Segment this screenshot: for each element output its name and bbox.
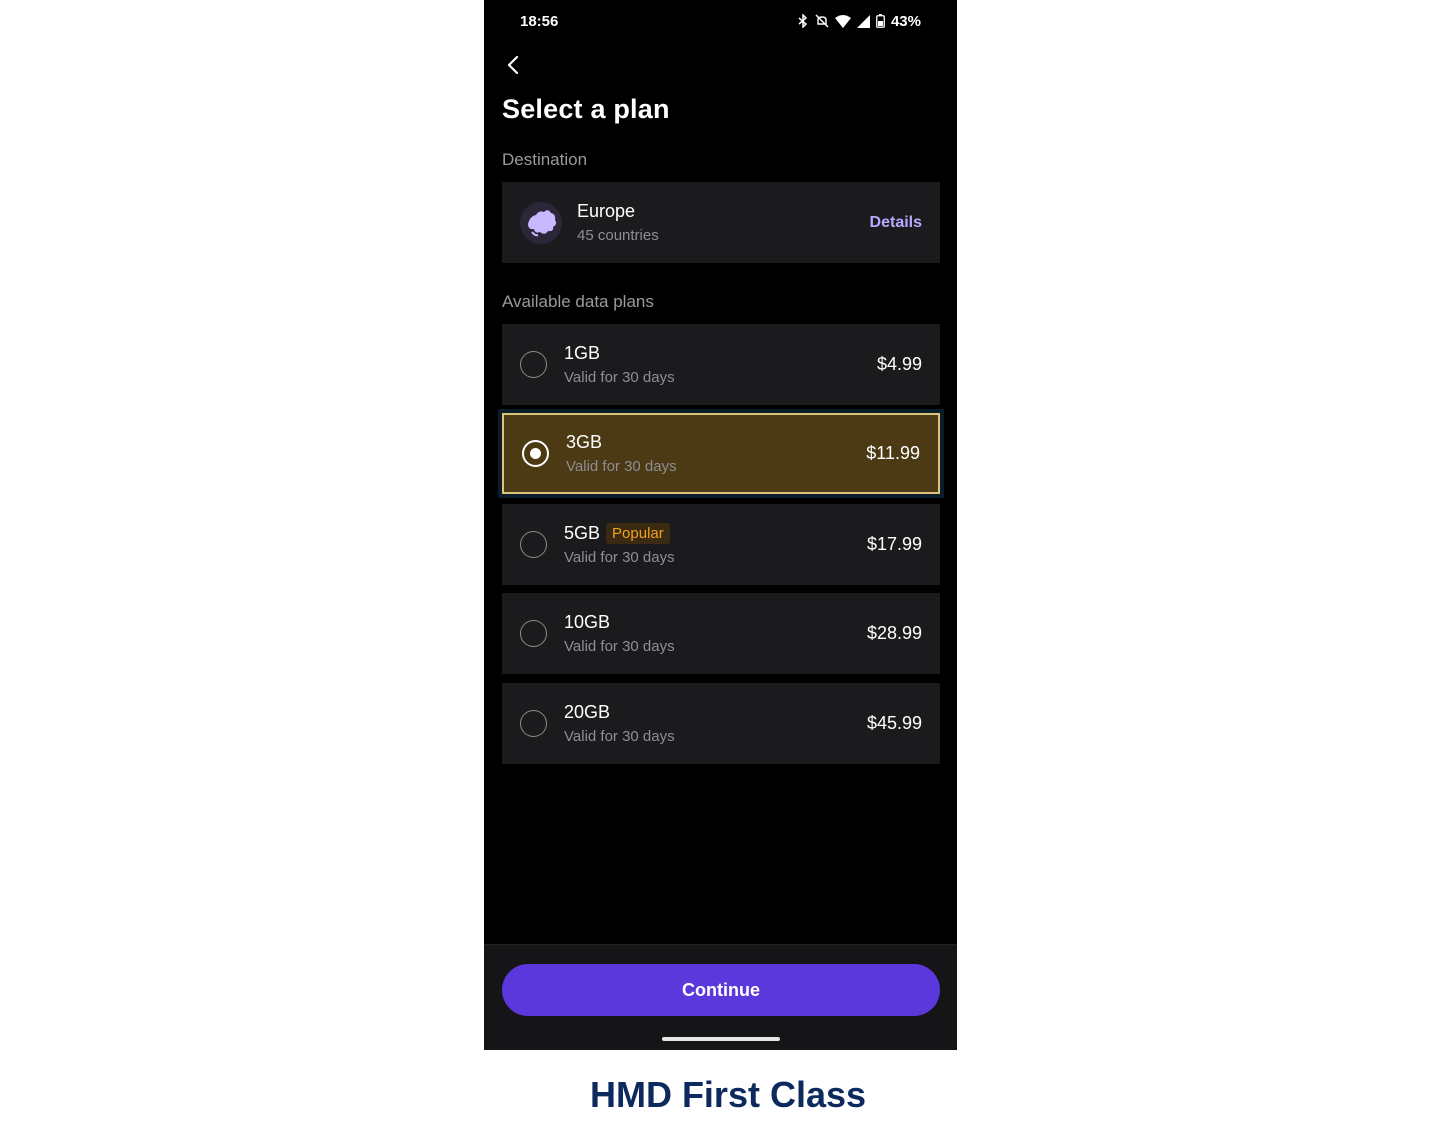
plan-name-row: 20GB xyxy=(564,702,867,723)
plan-validity: Valid for 30 days xyxy=(566,458,677,475)
plan-price: $17.99 xyxy=(866,534,922,554)
radio-button[interactable] xyxy=(520,531,547,558)
radio-button-selected[interactable] xyxy=(522,440,549,467)
europe-globe-icon xyxy=(520,201,562,244)
plan-option-3gb[interactable]: 3GB Valid for 30 days $11.99 xyxy=(502,413,940,494)
status-bar: 18:56 43% xyxy=(484,0,957,42)
bottom-action-bar: Continue xyxy=(484,944,957,1050)
plan-validity: Valid for 30 days xyxy=(564,728,675,745)
plan-name: 3GB xyxy=(566,432,603,452)
plan-validity: Valid for 30 days xyxy=(564,369,675,386)
device-caption: HMD First Class xyxy=(589,1074,867,1115)
mute-icon xyxy=(815,14,829,28)
plan-option-10gb[interactable]: 10GB Valid for 30 days $28.99 xyxy=(502,593,940,674)
radio-button[interactable] xyxy=(520,710,547,737)
destination-countries: 45 countries xyxy=(577,227,659,244)
plan-price: $4.99 xyxy=(876,354,922,374)
plans-section-label: Available data plans xyxy=(502,292,654,311)
plan-validity: Valid for 30 days xyxy=(564,549,675,566)
phone-screen: 18:56 43% Select a plan Destination Euro… xyxy=(484,0,957,1050)
plan-price: $28.99 xyxy=(866,623,922,643)
plan-price: $45.99 xyxy=(866,713,922,733)
plan-name-row: 10GB xyxy=(564,612,867,633)
battery-percent: 43% xyxy=(890,12,921,30)
status-icons: 43% xyxy=(797,13,921,30)
details-link[interactable]: Details xyxy=(870,214,922,232)
plan-info: 20GB Valid for 30 days xyxy=(564,702,867,745)
plan-info: 3GB Valid for 30 days xyxy=(566,432,866,475)
popular-badge: Popular xyxy=(606,523,670,544)
plan-price: $11.99 xyxy=(866,443,920,463)
plan-name: 1GB xyxy=(564,343,601,363)
radio-button[interactable] xyxy=(520,620,547,647)
plan-name: 10GB xyxy=(564,612,611,632)
radio-button[interactable] xyxy=(520,351,547,378)
back-button[interactable] xyxy=(498,50,528,80)
plan-name-row: 5GB Popular xyxy=(564,523,867,544)
continue-button[interactable]: Continue xyxy=(502,964,940,1016)
destination-info: Europe 45 countries xyxy=(577,201,870,244)
plan-info: 10GB Valid for 30 days xyxy=(564,612,867,655)
destination-section-label: Destination xyxy=(502,150,588,169)
plan-info: 1GB Valid for 30 days xyxy=(564,343,877,386)
bluetooth-icon xyxy=(798,14,808,28)
plan-option-20gb[interactable]: 20GB Valid for 30 days $45.99 xyxy=(502,683,940,764)
destination-name: Europe xyxy=(577,201,636,221)
page-title: Select a plan xyxy=(502,94,670,124)
battery-icon xyxy=(876,14,885,28)
plan-name-row: 1GB xyxy=(564,343,877,364)
plan-info: 5GB Popular Valid for 30 days xyxy=(564,523,867,566)
status-time: 18:56 xyxy=(520,12,559,30)
radio-dot xyxy=(530,448,541,459)
home-indicator[interactable] xyxy=(662,1037,780,1041)
plan-validity: Valid for 30 days xyxy=(564,638,675,655)
signal-icon xyxy=(856,14,870,28)
wifi-icon xyxy=(834,14,851,28)
plan-name: 5GB xyxy=(564,523,601,543)
chevron-left-icon xyxy=(507,55,519,75)
plan-name: 20GB xyxy=(564,702,611,722)
destination-card: Europe 45 countries Details xyxy=(502,182,940,263)
plan-name-row: 3GB xyxy=(566,432,866,453)
plan-option-1gb[interactable]: 1GB Valid for 30 days $4.99 xyxy=(502,324,940,405)
plan-option-5gb[interactable]: 5GB Popular Valid for 30 days $17.99 xyxy=(502,504,940,585)
